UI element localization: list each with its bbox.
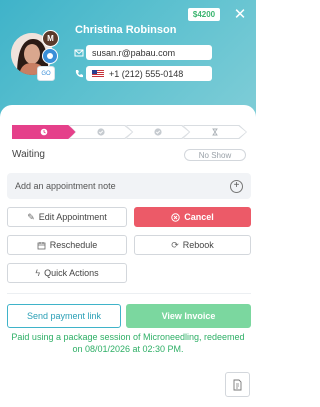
edit-icon: ✎ xyxy=(27,211,35,222)
small-badge: GO xyxy=(37,66,55,81)
appointment-note-input[interactable]: Add an appointment note + xyxy=(7,173,251,199)
note-placeholder: Add an appointment note xyxy=(15,181,116,191)
document-button[interactable] xyxy=(225,372,250,397)
send-payment-link-button[interactable]: Send payment link xyxy=(7,304,121,328)
paid-message: Paid using a package session of Micronee… xyxy=(11,332,245,354)
mail-icon xyxy=(74,49,84,57)
quick-actions-label: Quick Actions xyxy=(44,268,99,278)
cancel-circle-icon xyxy=(171,212,180,222)
document-icon xyxy=(233,379,242,390)
cancel-label: Cancel xyxy=(184,212,214,222)
step-confirmed[interactable] xyxy=(69,125,133,139)
clock-icon xyxy=(40,128,48,136)
status-label: Waiting xyxy=(12,149,45,160)
view-invoice-button[interactable]: View Invoice xyxy=(126,304,251,328)
client-name: Christina Robinson xyxy=(75,24,177,36)
check-icon xyxy=(97,128,105,136)
rebook-label: Rebook xyxy=(182,240,214,250)
reschedule-label: Reschedule xyxy=(49,240,98,250)
edit-appointment-label: Edit Appointment xyxy=(38,212,107,222)
email-field[interactable]: susan.r@pabau.com xyxy=(86,45,212,60)
edit-appointment-button[interactable]: ✎ Edit Appointment xyxy=(7,207,127,227)
plus-circle-icon[interactable]: + xyxy=(230,180,243,193)
step-pending[interactable] xyxy=(183,125,247,139)
divider xyxy=(7,293,251,294)
phone-icon xyxy=(75,70,83,78)
check-icon xyxy=(154,128,162,136)
bolt-icon: ϟ xyxy=(35,268,41,278)
avatar-badge-m: M xyxy=(42,30,59,47)
quick-actions-button[interactable]: ϟ Quick Actions xyxy=(7,263,127,283)
us-flag-icon xyxy=(92,69,104,78)
status-steps xyxy=(12,125,248,139)
phone-number: +1 (212) 555-0148 xyxy=(109,68,184,79)
no-show-button[interactable]: No Show xyxy=(184,149,246,161)
reschedule-button[interactable]: Reschedule xyxy=(7,235,127,255)
phone-field[interactable]: +1 (212) 555-0148 xyxy=(86,66,212,81)
cancel-button[interactable]: Cancel xyxy=(134,207,251,227)
chat-badge-icon xyxy=(42,48,58,64)
calendar-icon xyxy=(37,241,46,249)
rebook-icon: ⟳ xyxy=(171,239,179,250)
step-waiting[interactable] xyxy=(12,125,76,139)
step-complete[interactable] xyxy=(126,125,190,139)
hourglass-icon xyxy=(211,128,219,136)
rebook-button[interactable]: ⟳ Rebook xyxy=(134,235,251,255)
price-badge: $4200 xyxy=(188,8,220,21)
close-icon[interactable]: ✕ xyxy=(230,6,250,24)
